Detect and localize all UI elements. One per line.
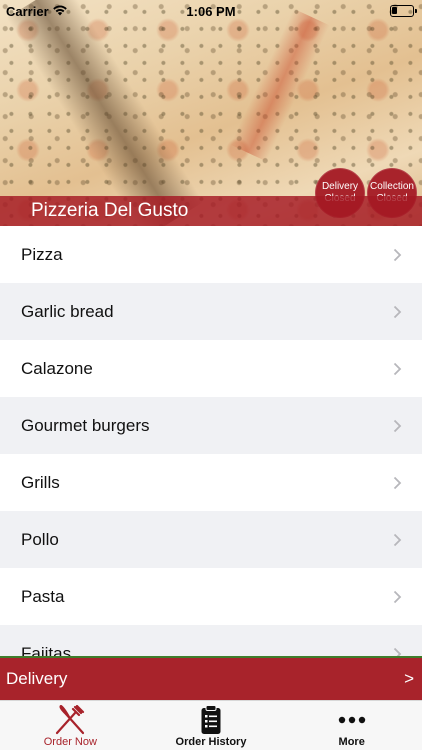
delivery-badge-line1: Delivery: [321, 181, 359, 192]
fork-knife-icon: [56, 705, 85, 735]
chevron-right-icon: [393, 419, 402, 432]
menu-category-label: Fajitas: [21, 643, 72, 657]
battery-icon: [390, 5, 417, 17]
menu-category-label: Calazone: [21, 358, 93, 378]
tab-order-now[interactable]: Order Now: [0, 701, 141, 750]
chevron-right-icon: [393, 305, 402, 318]
menu-category-fajitas[interactable]: Fajitas: [0, 625, 422, 656]
menu-category-pizza[interactable]: Pizza: [0, 226, 422, 283]
menu-category-label: Pizza: [21, 244, 63, 264]
restaurant-name: Pizzeria Del Gusto: [31, 200, 189, 221]
tab-order-history[interactable]: Order History: [141, 701, 282, 750]
chevron-right-icon: [393, 590, 402, 603]
tab-more[interactable]: More: [281, 701, 422, 750]
delivery-mode-button[interactable]: Delivery >: [0, 656, 422, 700]
tab-label: More: [338, 736, 365, 748]
chevron-right-icon: [393, 248, 402, 261]
menu-category-calazone[interactable]: Calazone: [0, 340, 422, 397]
chevron-right-icon: [393, 362, 402, 375]
chevron-right-icon: [393, 476, 402, 489]
tab-label: Order Now: [43, 736, 97, 748]
collection-badge-line1: Collection: [370, 181, 414, 192]
menu-category-label: Gourmet burgers: [21, 415, 150, 435]
tab-bar: Order Now Order History More: [0, 700, 422, 750]
menu-category-label: Pollo: [21, 529, 59, 549]
tab-label: Order History: [175, 736, 247, 748]
delivery-mode-label: Delivery: [6, 669, 68, 688]
menu-category-grills[interactable]: Grills: [0, 454, 422, 511]
menu-category-label: Grills: [21, 472, 60, 492]
menu-category-pasta[interactable]: Pasta: [0, 568, 422, 625]
chevron-right-icon: [393, 533, 402, 546]
menu-category-garlic-bread[interactable]: Garlic bread: [0, 283, 422, 340]
delivery-arrow-icon: >: [404, 669, 414, 688]
status-bar: Carrier 1:06 PM: [0, 0, 422, 22]
menu-category-label: Garlic bread: [21, 301, 114, 321]
menu-category-list: Pizza Garlic bread Calazone Gourmet burg…: [0, 226, 422, 656]
chevron-right-icon: [393, 647, 402, 656]
menu-category-label: Pasta: [21, 586, 65, 606]
menu-category-gourmet-burgers[interactable]: Gourmet burgers: [0, 397, 422, 454]
more-dots-icon: [338, 716, 365, 724]
restaurant-title-band: Pizzeria Del Gusto: [0, 196, 422, 226]
clipboard-list-icon: [201, 705, 221, 734]
menu-category-pollo[interactable]: Pollo: [0, 511, 422, 568]
status-time: 1:06 PM: [186, 4, 236, 19]
